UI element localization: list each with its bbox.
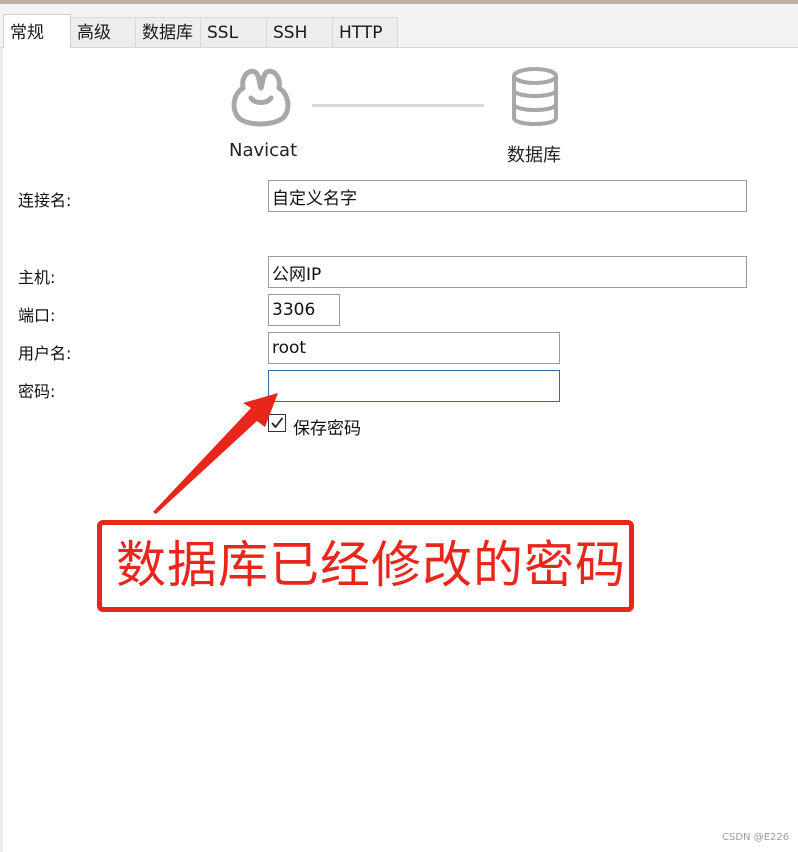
watermark: CSDN @E226 <box>722 832 790 843</box>
annotation-arrow <box>153 393 278 514</box>
annotation-text: 数据库已经修改的密码 <box>116 536 626 594</box>
tab-general[interactable]: 常规 <box>3 14 71 48</box>
annotation-callout: 数据库已经修改的密码 <box>97 520 634 612</box>
